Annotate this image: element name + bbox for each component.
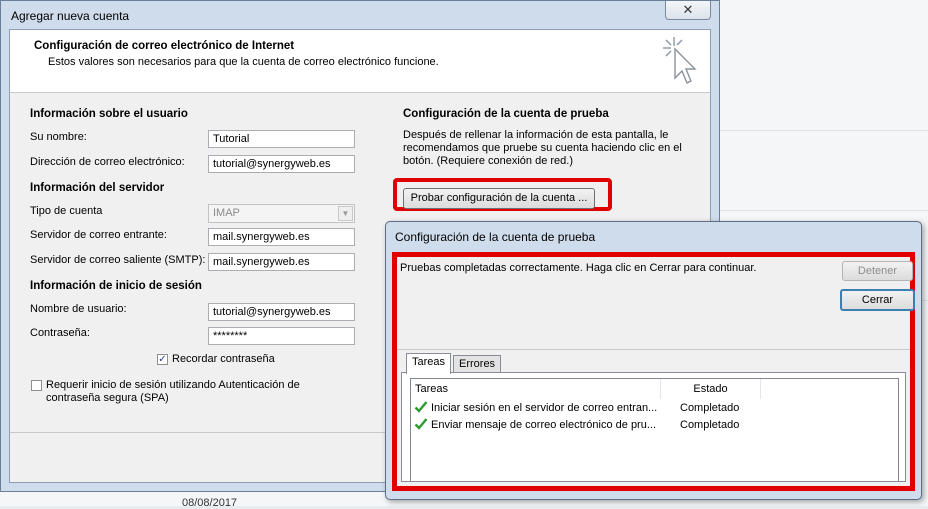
task-name: Iniciar sesión en el servidor de correo … <box>431 402 658 414</box>
test-settings-description: Después de rellenar la información de es… <box>403 129 682 167</box>
server-info-heading: Información del servidor <box>30 182 165 194</box>
header-subtitle: Estos valores son necesarios para que la… <box>48 56 439 68</box>
password-label: Contraseña: <box>30 327 90 339</box>
stop-button[interactable]: Detener <box>842 261 913 281</box>
name-field[interactable]: Tutorial <box>208 130 355 148</box>
column-header-status[interactable]: Estado <box>661 379 761 399</box>
window-titlebar[interactable]: Agregar nueva cuenta ✕ <box>1 1 719 29</box>
tasks-panel: Tareas Estado Iniciar sesión en el servi… <box>401 372 906 482</box>
test-settings-heading: Configuración de la cuenta de prueba <box>403 108 609 120</box>
list-item[interactable]: Enviar mensaje de correo electrónico de … <box>411 417 898 433</box>
dialog-title[interactable]: Configuración de la cuenta de prueba <box>395 230 595 244</box>
spa-label-line1: Requerir inicio de sesión utilizando Aut… <box>46 379 300 391</box>
dialog-message: Pruebas completadas correctamente. Haga … <box>400 262 757 274</box>
incoming-server-label: Servidor de correo entrante: <box>30 229 167 241</box>
tab-tasks[interactable]: Tareas <box>406 353 452 374</box>
background-date: 08/08/2017 <box>182 497 238 509</box>
outgoing-server-field[interactable]: mail.synergyweb.es <box>208 253 355 271</box>
dialog-separator <box>397 349 910 350</box>
header-title: Configuración de correo electrónico de I… <box>34 40 295 52</box>
header-band: Configuración de correo electrónico de I… <box>10 30 710 93</box>
incoming-server-field[interactable]: mail.synergyweb.es <box>208 228 355 246</box>
click-cursor-icon <box>663 37 697 84</box>
close-button[interactable]: Cerrar <box>840 289 915 311</box>
username-label: Nombre de usuario: <box>30 303 127 315</box>
logon-info-heading: Información de inicio de sesión <box>30 280 202 292</box>
list-item[interactable]: Iniciar sesión en el servidor de correo … <box>411 400 898 416</box>
test-account-settings-button[interactable]: Probar configuración de la cuenta ... <box>403 188 595 209</box>
remember-password-checkbox[interactable]: ✓ <box>157 354 168 365</box>
check-icon <box>414 401 428 413</box>
password-field[interactable]: ******** <box>208 327 355 345</box>
tasks-list: Tareas Estado Iniciar sesión en el servi… <box>410 378 899 481</box>
task-name: Enviar mensaje de correo electrónico de … <box>431 419 657 431</box>
chevron-down-icon: ▼ <box>338 206 353 221</box>
account-type-label: Tipo de cuenta <box>30 205 103 217</box>
check-icon <box>414 418 428 430</box>
email-field[interactable]: tutorial@synergyweb.es <box>208 155 355 173</box>
window-title: Agregar nueva cuenta <box>11 9 130 23</box>
window-close-button[interactable]: ✕ <box>665 1 711 20</box>
spa-label-line2: contraseña segura (SPA) <box>46 392 169 404</box>
outgoing-server-label: Servidor de correo saliente (SMTP): <box>30 254 206 266</box>
task-status: Completado <box>680 402 740 414</box>
account-type-select: IMAP ▼ <box>208 204 355 223</box>
username-field[interactable]: tutorial@synergyweb.es <box>208 303 355 321</box>
task-status: Completado <box>680 419 740 431</box>
column-header-tasks[interactable]: Tareas <box>411 379 661 399</box>
email-label: Dirección de correo electrónico: <box>30 156 185 168</box>
dialog-client-area: Pruebas completadas correctamente. Haga … <box>392 252 915 491</box>
test-account-dialog: Configuración de la cuenta de prueba Pru… <box>385 221 922 500</box>
user-info-heading: Información sobre el usuario <box>30 108 188 120</box>
spa-checkbox[interactable] <box>31 380 42 391</box>
remember-password-label: Recordar contraseña <box>172 353 275 365</box>
account-type-value: IMAP <box>213 207 240 219</box>
name-label: Su nombre: <box>30 131 87 143</box>
